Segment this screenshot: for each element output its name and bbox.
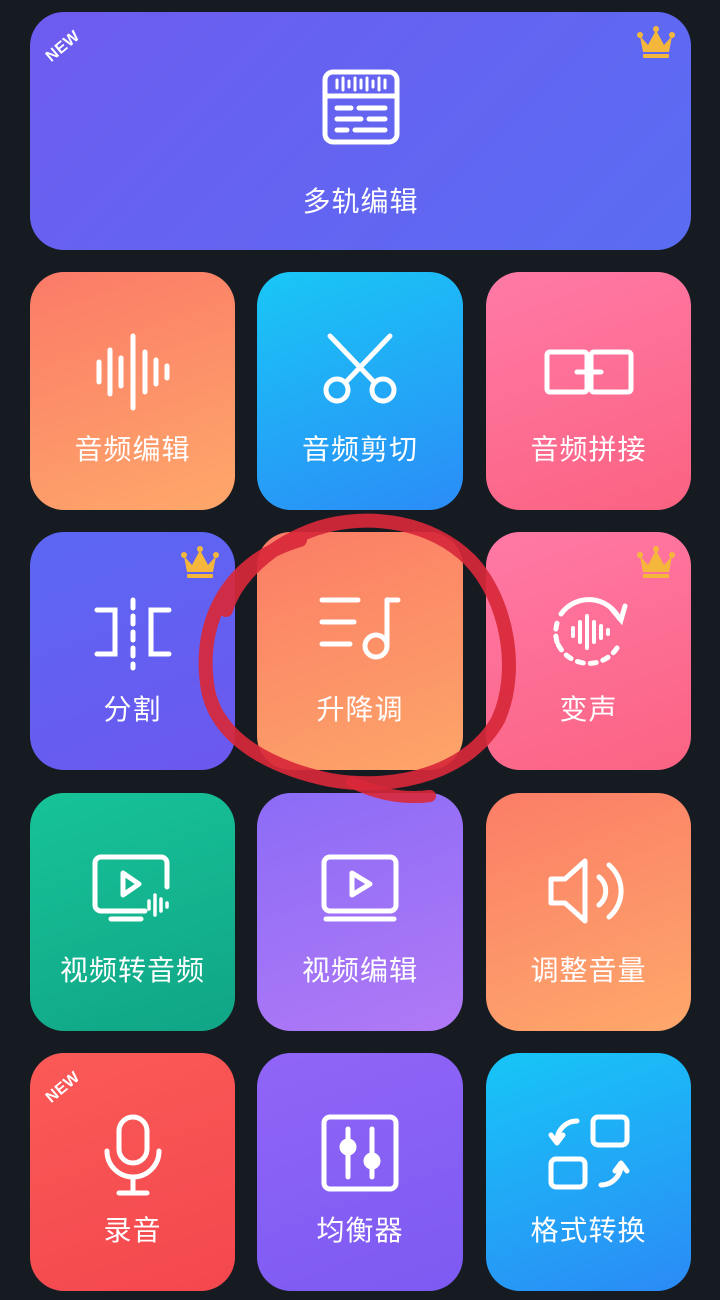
- adjust-volume-tile[interactable]: 调整音量: [486, 793, 691, 1031]
- waveform-icon: [95, 332, 171, 412]
- voice-cycle-icon: [549, 592, 629, 672]
- tile-label: 视频转音频: [59, 954, 205, 987]
- tile-label: 升降调: [316, 693, 404, 726]
- audio-cut-tile[interactable]: 音频剪切: [257, 272, 463, 510]
- pitch-shift-tile[interactable]: 升降调: [257, 532, 463, 770]
- split-tile[interactable]: 分割: [30, 532, 235, 770]
- tile-label: 录音: [103, 1214, 162, 1247]
- video-to-audio-tile[interactable]: 视频转音频: [30, 793, 235, 1031]
- tile-label: 均衡器: [316, 1214, 404, 1247]
- scissors-icon: [320, 332, 400, 404]
- voice-change-tile[interactable]: 变声: [486, 532, 691, 770]
- music-note-lines-icon: [318, 592, 402, 662]
- audio-join-tile[interactable]: 音频拼接: [486, 272, 691, 510]
- tile-label: 调整音量: [530, 954, 647, 987]
- crown-icon: [637, 546, 675, 580]
- video-audio-icon: [91, 853, 175, 923]
- microphone-icon: [101, 1113, 165, 1197]
- tile-label: 音频剪切: [301, 433, 418, 466]
- record-tile[interactable]: NEW 录音: [30, 1053, 235, 1291]
- audio-edit-tile[interactable]: 音频编辑: [30, 272, 235, 510]
- video-play-icon: [320, 853, 400, 923]
- speaker-icon: [547, 853, 631, 929]
- tile-label: 分割: [103, 693, 162, 726]
- crown-icon: [637, 26, 675, 60]
- tile-label: 多轨编辑: [302, 185, 419, 218]
- tile-label: 变声: [559, 693, 618, 726]
- tile-label: 音频拼接: [530, 433, 647, 466]
- format-convert-tile[interactable]: 格式转换: [486, 1053, 691, 1291]
- multitrack-timeline-icon: [321, 68, 401, 148]
- new-badge: NEW: [42, 1068, 84, 1107]
- equalizer-sliders-icon: [320, 1113, 400, 1193]
- join-clips-icon: [543, 332, 635, 412]
- multitrack-edit-tile[interactable]: NEW 多轨编辑: [30, 12, 691, 250]
- tile-label: 视频编辑: [301, 954, 418, 987]
- crown-icon: [181, 546, 219, 580]
- equalizer-tile[interactable]: 均衡器: [257, 1053, 463, 1291]
- format-swap-icon: [547, 1113, 631, 1193]
- new-badge: NEW: [42, 27, 84, 66]
- video-edit-tile[interactable]: 视频编辑: [257, 793, 463, 1031]
- tile-label: 音频编辑: [74, 433, 191, 466]
- split-icon: [93, 592, 173, 672]
- tile-label: 格式转换: [530, 1214, 647, 1247]
